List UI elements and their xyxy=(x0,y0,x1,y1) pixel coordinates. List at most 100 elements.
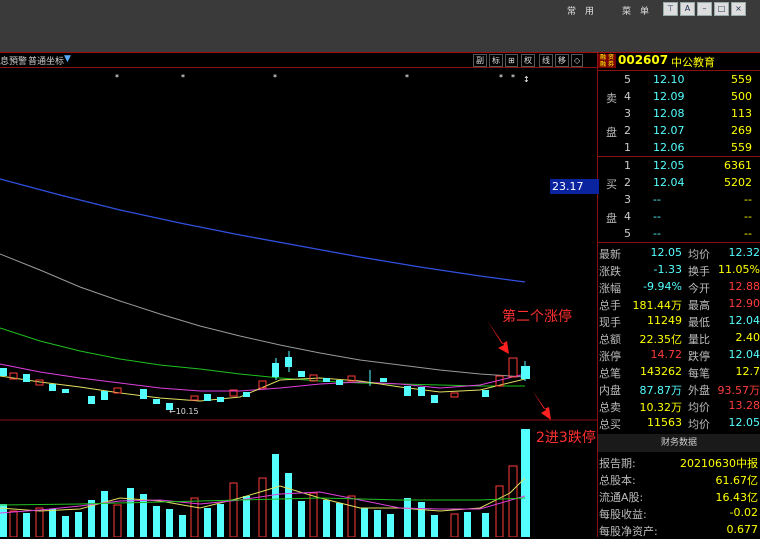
menu-item-2[interactable]: 用 xyxy=(585,4,595,17)
bid-price: -- xyxy=(653,227,661,240)
level-number: 5 xyxy=(624,227,631,240)
finance-label: 报告期: xyxy=(599,457,636,470)
stock-code: 002607 xyxy=(618,53,669,67)
bid-volume: -- xyxy=(744,210,752,223)
buy-level-row[interactable]: 5 -- -- xyxy=(598,226,760,243)
volume-bars-up xyxy=(9,465,518,537)
stat-label: 今开 xyxy=(688,282,710,295)
stat-value: 13.28 xyxy=(728,399,760,412)
toolbar-btn-3[interactable]: ⊞ xyxy=(505,54,518,67)
minimize-icon[interactable]: – xyxy=(697,2,712,16)
margin-trading-icon: 融 资 融 券 xyxy=(598,54,616,68)
stat-label: 换手 xyxy=(688,265,710,278)
finance-title[interactable]: 财务数据 xyxy=(598,434,760,452)
sell-level-row[interactable]: 5 12.10 559 xyxy=(598,72,760,89)
stat-label: 内盘 xyxy=(599,384,621,397)
annotation-limit-down: 2进3跌停 xyxy=(536,430,596,446)
stat-label: 跌停 xyxy=(688,350,710,363)
ask-price: 12.08 xyxy=(653,107,685,120)
stat-value: 181.44万 xyxy=(632,299,683,312)
ma-line-green xyxy=(0,327,525,387)
toolbar-btn-5[interactable]: 线 xyxy=(539,54,553,67)
buy-level-row[interactable]: 1 12.05 6361 xyxy=(598,158,760,175)
stat-row: 总买 11563 均价 12.05 xyxy=(598,414,760,433)
finance-value: 20210630中报 xyxy=(680,457,758,470)
ma-line-gray xyxy=(0,253,526,378)
bid-price: 12.05 xyxy=(653,159,685,172)
event-marker: * xyxy=(511,73,515,82)
stat-label: 涨跌 xyxy=(599,265,621,278)
event-marker: * xyxy=(499,73,503,82)
vol-ma-purple xyxy=(0,491,526,514)
ask-price: 12.07 xyxy=(653,124,685,137)
ma-line-blue xyxy=(0,178,526,283)
divider xyxy=(598,242,760,243)
stat-label: 总卖 xyxy=(599,401,621,414)
stat-label: 总额 xyxy=(599,333,621,346)
menu-item-4[interactable]: 单 xyxy=(640,4,650,17)
stat-value: 10.32万 xyxy=(639,401,683,414)
level-number: 2 xyxy=(624,124,631,137)
stat-label: 最低 xyxy=(688,316,710,329)
kline-chart[interactable]: * * * * * * ↕ ←10.15 xyxy=(0,68,597,537)
buy-side-label: 买 xyxy=(606,178,617,191)
window-titlebar: 常 用 菜 单 ⊤ A – □ × xyxy=(0,0,760,52)
toolbar-btn-1[interactable]: 副 xyxy=(473,54,487,67)
stat-label: 涨幅 xyxy=(599,282,621,295)
stat-value: -9.94% xyxy=(643,280,682,293)
help-icon[interactable]: A xyxy=(680,2,695,16)
close-icon[interactable]: × xyxy=(731,2,746,16)
event-marker: * xyxy=(405,73,409,82)
alert-tab[interactable]: 息預警 xyxy=(0,54,27,67)
ask-price: 12.09 xyxy=(653,90,685,103)
buy-level-row[interactable]: 2 12.04 5202 xyxy=(598,175,760,192)
buy-level-row[interactable]: 3 -- -- xyxy=(598,192,760,209)
stat-label: 现手 xyxy=(599,316,621,329)
divider xyxy=(598,156,760,157)
buy-level-row[interactable]: 4 -- -- xyxy=(598,209,760,226)
menu-item-3[interactable]: 菜 xyxy=(622,4,632,17)
event-marker: * xyxy=(181,73,185,82)
pin-icon[interactable]: ⊤ xyxy=(663,2,678,16)
dropdown-arrow-icon[interactable]: ▼ xyxy=(64,54,71,64)
finance-label: 每股收益: xyxy=(599,508,647,521)
price-tag: 23.17 xyxy=(550,179,599,194)
stat-label: 量比 xyxy=(688,333,710,346)
coordinate-select[interactable]: 普通坐标 xyxy=(28,54,64,67)
finance-label: 总股本: xyxy=(599,474,636,487)
menu-item-1[interactable]: 常 xyxy=(567,4,577,17)
toolbar-btn-4[interactable]: 权 xyxy=(521,54,535,67)
toolbar-btn-6[interactable]: 移 xyxy=(555,54,569,67)
finance-row: 每股净资产: 0.677 xyxy=(598,522,760,539)
sell-level-row[interactable]: 3 12.08 113 xyxy=(598,106,760,123)
finance-value: 0.677 xyxy=(726,523,759,536)
stat-value: 12.88 xyxy=(728,280,760,293)
stat-label: 外盘 xyxy=(688,384,710,397)
finance-row: 流通A股: 16.43亿 xyxy=(598,488,760,505)
ask-volume: 559 xyxy=(731,141,752,154)
sell-level-row[interactable]: 4 12.09 500 xyxy=(598,89,760,106)
maximize-icon[interactable]: □ xyxy=(714,2,729,16)
event-marker: * xyxy=(273,73,277,82)
stat-value: 12.32 xyxy=(728,246,760,259)
stat-label: 涨停 xyxy=(599,350,621,363)
stat-value: 22.35亿 xyxy=(639,333,683,346)
stat-label: 总笔 xyxy=(599,367,621,380)
sell-level-row[interactable]: 2 12.07 269 xyxy=(598,123,760,140)
stat-value: 12.7 xyxy=(735,365,760,378)
stat-label: 均价 xyxy=(688,248,710,261)
stat-label: 每笔 xyxy=(688,367,710,380)
toolbar-btn-7[interactable]: ◇ xyxy=(571,54,584,67)
finance-row: 报告期: 20210630中报 xyxy=(598,454,760,471)
level-number: 4 xyxy=(624,90,631,103)
annotation-second-limit-up: 第二个涨停 xyxy=(502,309,572,325)
divider xyxy=(598,70,760,71)
toolbar-btn-2[interactable]: 标 xyxy=(489,54,503,67)
bid-volume: -- xyxy=(744,227,752,240)
level-number: 4 xyxy=(624,210,631,223)
stat-value: 14.72 xyxy=(650,348,683,361)
sell-level-row[interactable]: 1 12.06 559 xyxy=(598,140,760,157)
ask-volume: 269 xyxy=(731,124,752,137)
level-number: 1 xyxy=(624,141,631,154)
stat-label: 最高 xyxy=(688,299,710,312)
